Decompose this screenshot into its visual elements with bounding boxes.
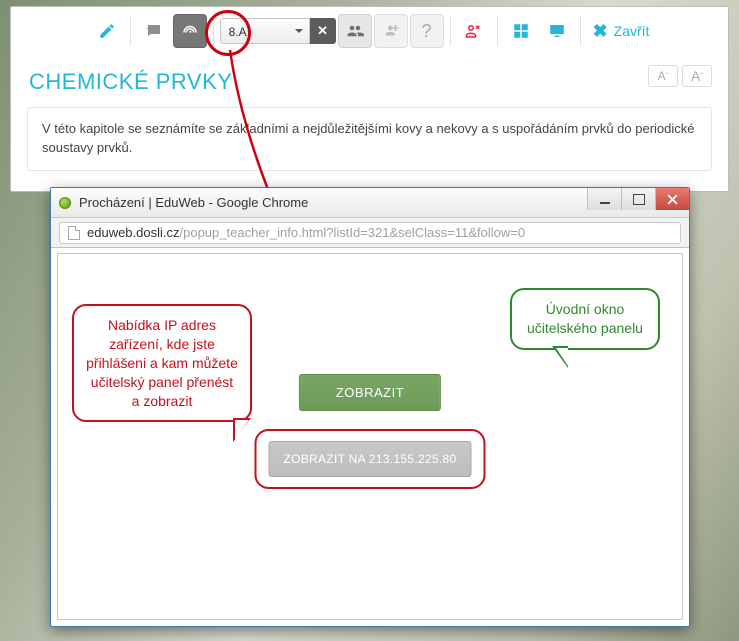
url-path: /popup_teacher_info.html?listId=321&selC… [180,225,526,240]
separator [130,16,131,46]
popup-content: ZOBRAZIT ZOBRAZIT NA 213.155.225.80 Nabí… [57,253,683,620]
page-icon [68,226,80,240]
ip-button-highlight: ZOBRAZIT NA 213.155.225.80 [254,429,485,489]
broadcast-icon[interactable] [173,14,207,48]
layout-icon[interactable] [504,14,538,48]
window-close-button[interactable] [655,188,689,210]
class-selector[interactable]: 8.A ✕ [220,14,336,48]
class-dropdown[interactable]: 8.A [220,18,310,44]
callout-ip-list: Nabídka IP adres zařízení, kde jste přih… [72,304,252,422]
page-description: V této kapitole se seznámíte se základní… [27,107,712,171]
callout-tail-icon [233,418,251,442]
favicon-icon [59,197,71,209]
window-buttons [587,188,689,210]
font-larger-button[interactable]: Aˆ [682,65,712,87]
window-maximize-button[interactable] [621,188,655,210]
help-icon[interactable]: ? [410,14,444,48]
show-button[interactable]: ZOBRAZIT [299,374,441,411]
url-field[interactable]: eduweb.dosli.cz/popup_teacher_info.html?… [59,222,681,244]
close-label: Zavřít [614,23,650,39]
close-icon: ✖ [593,21,608,42]
popup-window: Procházení | EduWeb - Google Chrome eduw… [50,187,690,627]
url-bar: eduweb.dosli.cz/popup_teacher_info.html?… [51,218,689,248]
callout-intro-text: Úvodní okno učitelského panelu [527,301,643,336]
class-clear-button[interactable]: ✕ [310,18,336,44]
popup-titlebar[interactable]: Procházení | EduWeb - Google Chrome [51,188,689,218]
font-size-controls: Aˇ Aˆ [648,65,712,87]
main-panel: 8.A ✕ ? ✖ Zavřít CHEMICKÉ PRVKY Aˇ Aˆ V [10,6,729,192]
chat-icon[interactable] [137,14,171,48]
separator [497,16,498,46]
callout-tail-icon [552,346,568,368]
assign-user-icon[interactable] [374,14,408,48]
top-toolbar: 8.A ✕ ? ✖ Zavřít [11,7,728,55]
monitor-icon[interactable] [540,14,574,48]
separator [580,16,581,46]
font-smaller-button[interactable]: Aˇ [648,65,678,87]
page-title: CHEMICKÉ PRVKY [11,55,728,101]
close-button[interactable]: ✖ Zavřít [593,21,650,42]
show-on-ip-button[interactable]: ZOBRAZIT NA 213.155.225.80 [268,441,471,477]
separator [450,16,451,46]
remove-user-icon[interactable] [457,14,491,48]
url-domain: eduweb.dosli.cz [87,225,180,240]
window-minimize-button[interactable] [587,188,621,210]
separator [213,16,214,46]
popup-window-title: Procházení | EduWeb - Google Chrome [79,195,308,210]
callout-intro: Úvodní okno učitelského panelu [510,288,660,350]
callout-ip-list-text: Nabídka IP adres zařízení, kde jste přih… [86,317,238,409]
group-icon[interactable] [338,14,372,48]
pencil-icon[interactable] [90,14,124,48]
